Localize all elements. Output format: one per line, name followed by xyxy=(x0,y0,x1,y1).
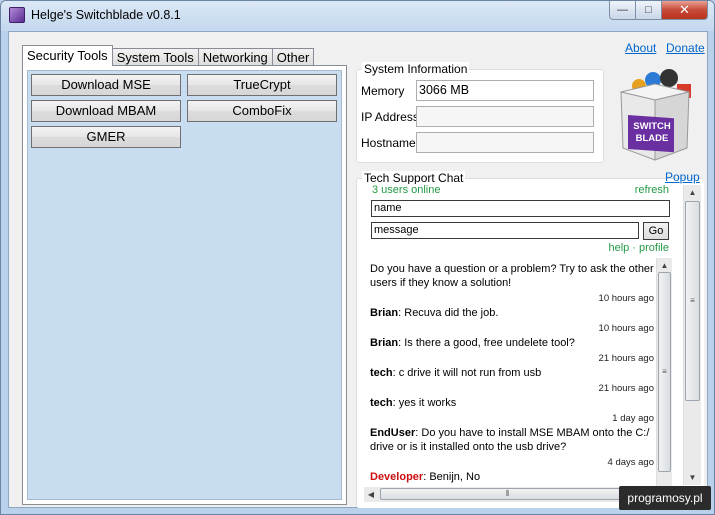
window-title: Helge's Switchblade v0.8.1 xyxy=(31,8,181,22)
message-time: 4 days ago xyxy=(607,457,654,468)
truecrypt-button[interactable]: TrueCrypt xyxy=(187,74,337,96)
security-tools-panel: Download MSE TrueCrypt Download MBAM Com… xyxy=(22,65,347,505)
chat-message: 1 day ago EndUser: Do you have to instal… xyxy=(370,413,654,453)
tab-system-tools[interactable]: System Tools xyxy=(111,48,199,66)
minimize-button[interactable]: — xyxy=(609,1,636,20)
scrollbar-thumb[interactable]: ≡ xyxy=(658,272,671,472)
watermark: programosy.pl xyxy=(619,486,711,510)
chat-intro: Do you have a question or a problem? Try… xyxy=(370,263,654,289)
message-text: c drive it will not run from usb xyxy=(398,367,542,379)
message-time: 10 hours ago xyxy=(598,323,654,334)
window-controls: — □ ✕ xyxy=(609,1,708,21)
tools-button-area: Download MSE TrueCrypt Download MBAM Com… xyxy=(27,70,342,500)
tab-other[interactable]: Other xyxy=(271,48,315,66)
switchblade-app-icon xyxy=(9,7,25,23)
grip-icon: ⦀ xyxy=(505,489,510,498)
chat-messages-scrollbar[interactable]: ▲ ≡ xyxy=(656,258,672,486)
message-time: 21 hours ago xyxy=(598,383,654,394)
message-text: Is there a good, free undelete tool? xyxy=(404,337,575,349)
donate-link[interactable]: Donate xyxy=(666,41,705,55)
chat-message: 21 hours ago tech: c drive it will not r… xyxy=(370,353,654,379)
chat-panel-scrollbar[interactable]: ▲ ≡ ▼ xyxy=(683,185,701,485)
gmer-button[interactable]: GMER xyxy=(31,126,181,148)
message-user: Brian xyxy=(370,307,399,319)
message-time: 1 day ago xyxy=(612,413,654,424)
memory-label: Memory xyxy=(361,84,405,98)
memory-field[interactable]: 3066 MB xyxy=(416,80,594,101)
tab-security-tools[interactable]: Security Tools xyxy=(22,45,113,66)
chat-name-input[interactable]: name xyxy=(371,200,670,217)
refresh-link[interactable]: refresh xyxy=(635,184,669,196)
message-user-developer: Developer xyxy=(370,471,424,483)
about-link[interactable]: About xyxy=(625,41,656,55)
chat-message: 10 hours ago Brian: Is there a good, fre… xyxy=(370,323,654,349)
download-mbam-button[interactable]: Download MBAM xyxy=(31,100,181,122)
grip-icon: ≡ xyxy=(662,367,667,376)
message-text: Recuva did the job. xyxy=(404,307,499,319)
tab-strip: Security Tools System Tools Networking O… xyxy=(22,45,315,66)
users-online-count: 3 users online xyxy=(372,184,441,196)
system-information-title: System Information xyxy=(362,62,470,76)
chat-message: 10 hours ago Brian: Recuva did the job. xyxy=(370,293,654,319)
logo-text-switch: SWITCH xyxy=(633,121,671,132)
chat-message: 21 hours ago tech: yes it works xyxy=(370,383,654,409)
chat-panel: 3 users online refresh name message Go h… xyxy=(364,184,673,486)
scroll-left-arrow-icon[interactable]: ◀ xyxy=(364,487,378,502)
chat-message-input[interactable]: message xyxy=(371,222,639,239)
scrollbar-thumb[interactable]: ≡ xyxy=(685,201,700,401)
grip-icon: ≡ xyxy=(690,296,695,305)
tech-support-chat-title: Tech Support Chat xyxy=(362,171,466,185)
hostname-field[interactable] xyxy=(416,132,594,153)
hostname-label: Hostname xyxy=(361,136,416,150)
message-text: Benijn, No xyxy=(429,471,481,483)
logo-text-blade: BLADE xyxy=(635,133,669,144)
chat-horizontal-scrollbar[interactable]: ◀ ⦀ xyxy=(364,487,656,502)
scrollbar-thumb[interactable]: ⦀ xyxy=(380,488,635,500)
message-user: Brian xyxy=(370,337,399,349)
tab-networking[interactable]: Networking xyxy=(197,48,273,66)
chat-go-button[interactable]: Go xyxy=(643,222,669,240)
message-user: EndUser xyxy=(370,427,416,439)
chat-message-list: Do you have a question or a problem? Try… xyxy=(370,262,654,484)
message-user: tech xyxy=(370,367,393,379)
ip-address-label: IP Address xyxy=(361,110,419,124)
scroll-up-arrow-icon[interactable]: ▲ xyxy=(684,185,701,200)
message-time: 21 hours ago xyxy=(598,353,654,364)
combofix-button[interactable]: ComboFix xyxy=(187,100,337,122)
popup-link[interactable]: Popup xyxy=(665,170,700,184)
maximize-button[interactable]: □ xyxy=(636,1,662,20)
ip-address-field[interactable] xyxy=(416,106,594,127)
download-mse-button[interactable]: Download MSE xyxy=(31,74,181,96)
title-bar[interactable]: Helge's Switchblade v0.8.1 — □ ✕ xyxy=(1,1,714,31)
scroll-down-arrow-icon[interactable]: ▼ xyxy=(684,470,701,485)
message-time: 10 hours ago xyxy=(598,293,654,304)
switchblade-logo: SWITCH BLADE xyxy=(613,68,697,164)
message-text: yes it works xyxy=(398,397,457,409)
chat-message: 4 days ago Developer: Benijn, No xyxy=(370,457,654,483)
help-profile-links[interactable]: help · profile xyxy=(608,242,669,254)
app-window: Helge's Switchblade v0.8.1 — □ ✕ Securit… xyxy=(0,0,715,515)
scroll-up-arrow-icon[interactable]: ▲ xyxy=(657,258,672,273)
message-user: tech xyxy=(370,397,393,409)
close-button[interactable]: ✕ xyxy=(662,1,708,20)
